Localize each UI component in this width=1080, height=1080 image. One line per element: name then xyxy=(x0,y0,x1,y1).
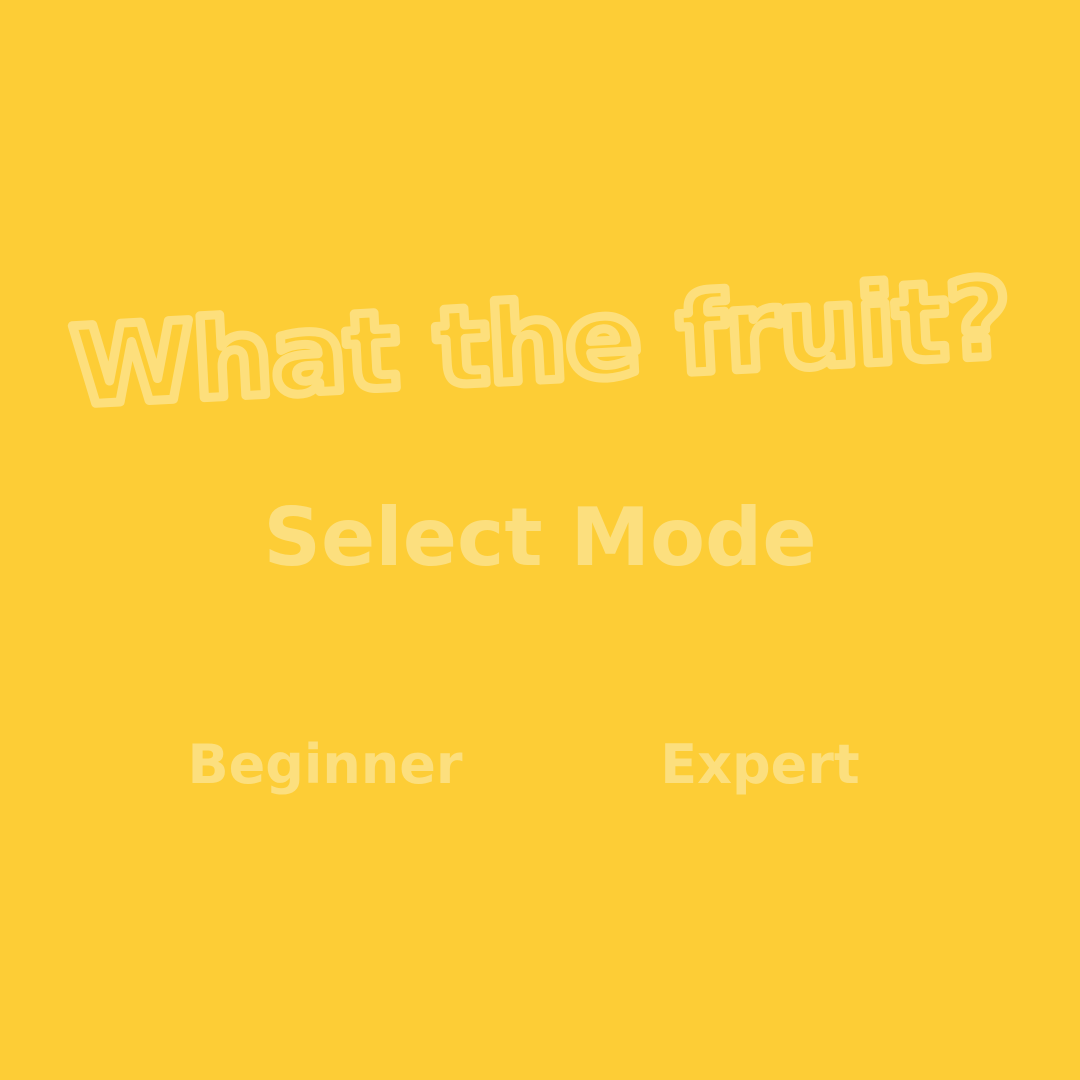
game-screen: What the fruit? Select Mode Beginner Exp… xyxy=(0,0,1080,1080)
expert-mode-button[interactable]: Expert xyxy=(640,730,880,800)
game-title-text: What the fruit? xyxy=(68,256,1013,430)
select-mode-heading: Select Mode xyxy=(263,491,817,584)
beginner-mode-button[interactable]: Beginner xyxy=(180,730,470,800)
